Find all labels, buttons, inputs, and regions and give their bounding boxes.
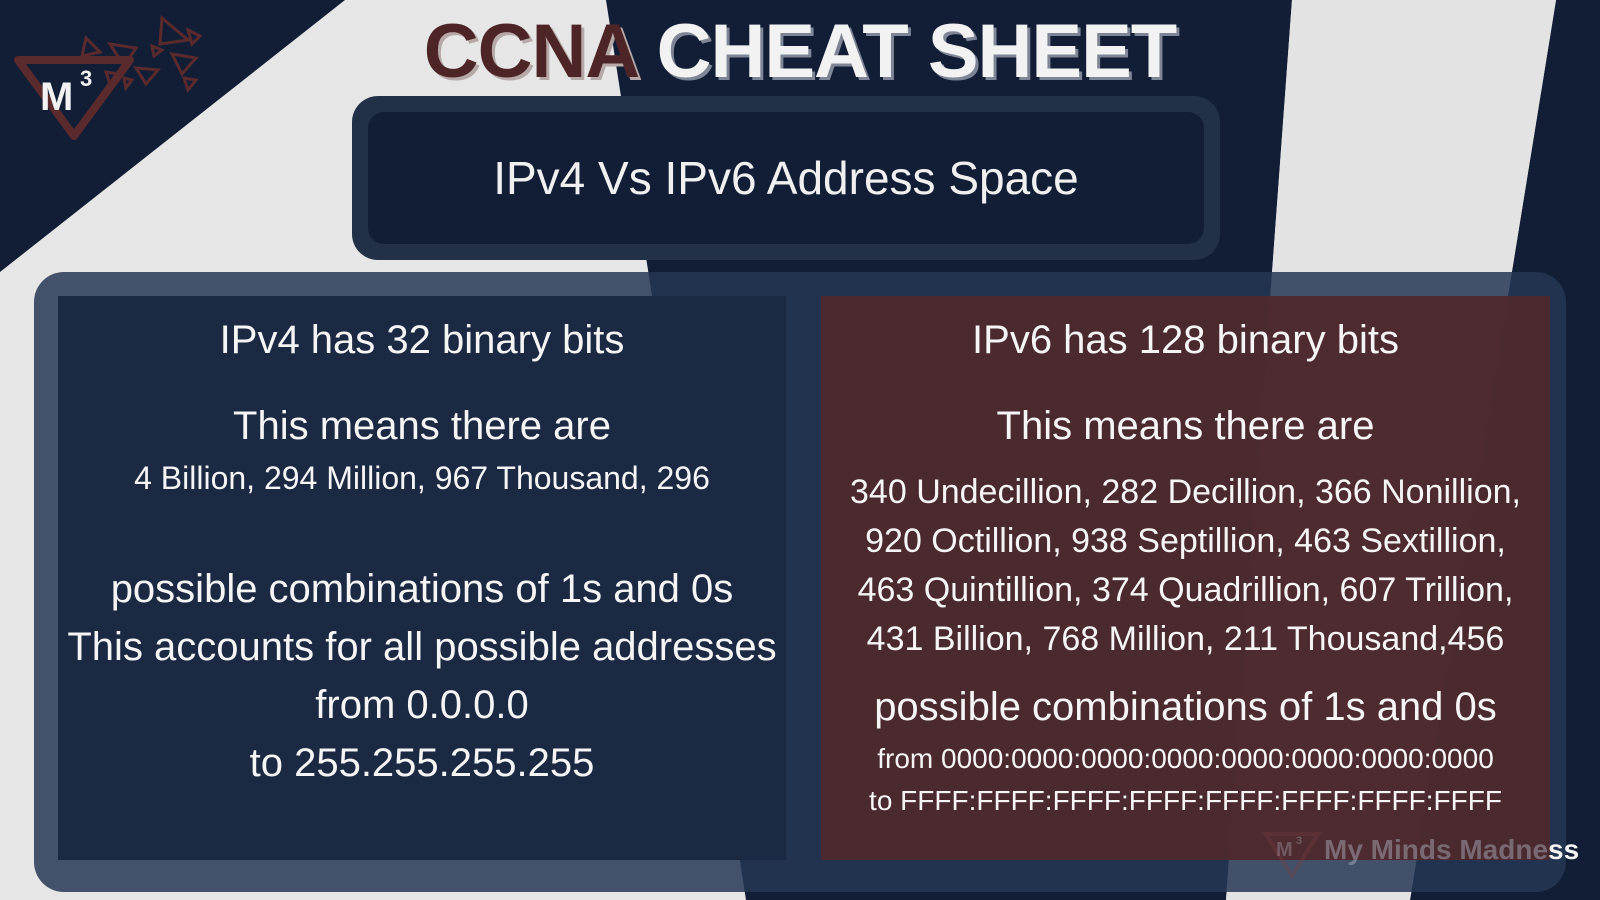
ipv6-from: from 0000:0000:0000:0000:0000:0000:0000:… <box>877 743 1494 774</box>
ipv6-heading: IPv6 has 128 binary bits <box>972 318 1399 362</box>
title-cheat-sheet: CHEAT SHEET <box>656 9 1178 94</box>
ipv4-line-combinations: possible combinations of 1s and 0s <box>110 567 734 611</box>
watermark-logo-icon: M 3 <box>1262 832 1322 880</box>
ipv4-means: This means there are <box>233 404 611 448</box>
subtitle-box: IPv4 Vs IPv6 Address Space <box>352 96 1220 260</box>
title-ccna: CCNA <box>423 9 638 94</box>
ipv4-panel: IPv4 has 32 binary bits This means there… <box>58 296 786 860</box>
ipv6-count-line-4: 431 Billion, 768 Million, 211 Thousand,4… <box>866 620 1505 658</box>
watermark-text: My Minds Madness <box>1324 834 1580 865</box>
page-title: CCNA CHEAT SHEET <box>0 12 1600 92</box>
ipv6-to: to FFFF:FFFF:FFFF:FFFF:FFFF:FFFF:FFFF:FF… <box>869 785 1502 816</box>
svg-text:3: 3 <box>1296 835 1302 847</box>
ipv6-count-line-2: 920 Octillion, 938 Septillion, 463 Sexti… <box>865 522 1506 560</box>
ipv6-means: This means there are <box>996 404 1375 448</box>
ipv4-line-accounts: This accounts for all possible addresses <box>67 625 777 669</box>
ipv4-heading: IPv4 has 32 binary bits <box>219 318 625 362</box>
ipv6-combinations: possible combinations of 1s and 0s <box>874 685 1497 729</box>
subtitle-text: IPv4 Vs IPv6 Address Space <box>493 152 1079 204</box>
watermark: M 3 My Minds Madness <box>1262 820 1579 880</box>
ipv6-count-line-1: 340 Undecillion, 282 Decillion, 366 Noni… <box>850 473 1521 511</box>
ipv6-panel: IPv6 has 128 binary bits This means ther… <box>821 296 1550 860</box>
ipv4-count: 4 Billion, 294 Million, 967 Thousand, 29… <box>134 460 710 496</box>
ipv6-count-line-3: 463 Quintillion, 374 Quadrillion, 607 Tr… <box>857 571 1514 609</box>
svg-text:M: M <box>1276 839 1293 861</box>
ipv4-line-from: from 0.0.0.0 <box>315 683 529 727</box>
subtitle-inner: IPv4 Vs IPv6 Address Space <box>368 112 1204 244</box>
ipv4-line-to: to 255.255.255.255 <box>249 741 595 785</box>
